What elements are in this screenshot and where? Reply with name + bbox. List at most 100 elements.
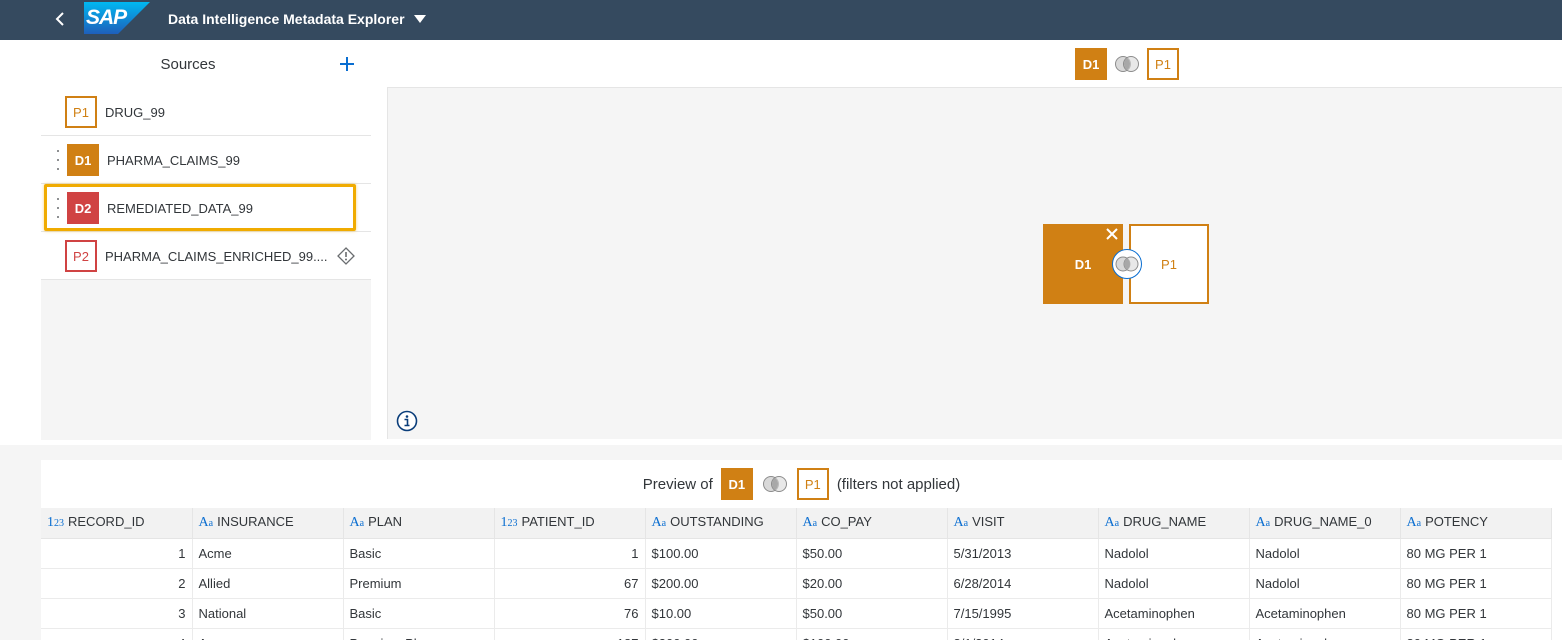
canvas-node-d1[interactable]: D1: [1043, 224, 1123, 304]
table-cell: Basic: [343, 538, 495, 569]
table-cell: 5/31/2013: [947, 538, 1099, 569]
column-header-co-pay[interactable]: Aa CO_PAY: [796, 508, 948, 539]
table-cell: 76: [494, 598, 646, 629]
table-cell: 8/1/2014: [947, 628, 1099, 640]
column-header-label: OUTSTANDING: [670, 514, 764, 530]
drag-handle-icon[interactable]: [55, 198, 61, 218]
table-cell: National: [192, 598, 344, 629]
preview-table: 123 RECORD_ID Aa INSURANCE Aa PLAN 123 PATIENT_…: [41, 508, 1552, 640]
table-cell: 3: [41, 598, 193, 629]
string-type-icon: Aa: [802, 515, 818, 531]
table-row[interactable]: 3 National Basic 76 $10.00 $50.00 7/15/1995 Ace…: [41, 598, 1552, 629]
canvas-node-label: P1: [1161, 256, 1177, 272]
relation-right-badge[interactable]: P1: [1147, 48, 1179, 80]
string-type-icon: Aa: [198, 515, 214, 531]
table-cell: 7/15/1995: [947, 598, 1099, 629]
column-header-drug-name-0[interactable]: Aa DRUG_NAME_0: [1249, 508, 1401, 539]
table-row[interactable]: 4AcmePremium Plus187$300.00$100.008/1/20…: [41, 628, 1552, 640]
column-header-label: PLAN: [368, 514, 403, 530]
sap-logo[interactable]: SAP: [84, 2, 150, 34]
relationship-bar: D1 P1: [1075, 48, 1179, 80]
table-cell: Acetaminophen: [1249, 598, 1401, 629]
table-cell: Nadolol: [1098, 568, 1250, 599]
string-type-icon: Aa: [1104, 515, 1120, 531]
numeric-type-icon: 123: [500, 515, 518, 531]
relation-left-badge[interactable]: D1: [1075, 48, 1107, 80]
table-cell: 4: [41, 628, 193, 640]
column-header-drug-name[interactable]: Aa DRUG_NAME: [1098, 508, 1250, 539]
source-row-remediated-data[interactable]: D2 REMEDIATED_DATA_99: [41, 184, 371, 232]
table-cell: $200.00: [645, 568, 797, 599]
table-cell: $10.00: [645, 598, 797, 629]
column-header-label: CO_PAY: [821, 514, 872, 530]
source-row-drug[interactable]: P1 DRUG_99: [41, 88, 371, 136]
table-cell: Nadolol: [1249, 568, 1401, 599]
column-header-patient-id[interactable]: 123 PATIENT_ID: [494, 508, 646, 539]
remove-node-button[interactable]: [1104, 226, 1120, 242]
table-cell: 1: [41, 538, 193, 569]
column-header-label: DRUG_NAME: [1123, 514, 1207, 530]
table-cell: Basic: [343, 598, 495, 629]
sources-header: Sources: [41, 40, 371, 88]
back-button[interactable]: [48, 6, 72, 32]
preview-note: (filters not applied): [836, 475, 961, 493]
table-cell: Acetaminophen: [1249, 628, 1401, 640]
column-header-label: INSURANCE: [217, 514, 294, 530]
source-badge: D1: [67, 144, 99, 176]
table-cell: $20.00: [796, 568, 948, 599]
relationship-canvas[interactable]: [387, 87, 1562, 439]
add-source-button[interactable]: [335, 52, 359, 76]
app-title[interactable]: Data Intelligence Metadata Explorer: [168, 11, 405, 27]
column-header-insurance[interactable]: Aa INSURANCE: [192, 508, 344, 539]
numeric-type-icon: 123: [47, 515, 64, 531]
diamond-warning-icon[interactable]: [337, 247, 355, 265]
source-name: DRUG_99: [105, 105, 165, 120]
table-cell: 187: [494, 628, 646, 640]
column-header-potency[interactable]: Aa POTENCY: [1400, 508, 1552, 539]
sources-title: Sources: [160, 56, 216, 73]
table-cell: 80 MG PER 1: [1400, 598, 1552, 629]
string-type-icon: Aa: [651, 515, 667, 531]
plus-icon: [340, 57, 354, 71]
table-cell: 80 MG PER 1: [1400, 628, 1552, 640]
source-row-pharma-claims-enriched[interactable]: P2 PHARMA_CLAIMS_ENRICHED_99....: [41, 232, 371, 280]
table-cell: 80 MG PER 1: [1400, 568, 1552, 599]
column-header-label: RECORD_ID: [68, 514, 145, 530]
table-body: 1 Acme Basic 1 $100.00 $50.00 5/31/2013 Nadolol…: [41, 538, 1552, 640]
string-type-icon: Aa: [1255, 515, 1271, 531]
column-header-label: DRUG_NAME_0: [1274, 514, 1372, 530]
table-row[interactable]: 2 Allied Premium 67 $200.00 $20.00 6/28/2014 Na…: [41, 568, 1552, 599]
source-name: PHARMA_CLAIMS_99: [107, 153, 240, 168]
table-cell: $100.00: [796, 628, 948, 640]
preview-header: Preview of D1 P1 (filters not applied): [41, 460, 1562, 508]
venn-inner-join-icon: [1115, 256, 1139, 272]
join-type-button[interactable]: [1112, 249, 1142, 279]
table-cell: Allied: [192, 568, 344, 599]
table-cell: 6/28/2014: [947, 568, 1099, 599]
sap-logo-text: SAP: [86, 6, 127, 29]
column-header-record-id[interactable]: 123 RECORD_ID: [41, 508, 193, 539]
column-header-plan[interactable]: Aa PLAN: [343, 508, 495, 539]
table-cell: $300.00: [645, 628, 797, 640]
venn-inner-join-icon[interactable]: [1113, 55, 1141, 73]
column-header-label: POTENCY: [1425, 514, 1488, 530]
close-icon: [1106, 228, 1118, 240]
shell-bar: SAP Data Intelligence Metadata Explorer: [0, 0, 1562, 40]
caret-down-icon: [414, 15, 426, 23]
table-cell: Premium: [343, 568, 495, 599]
table-cell: Nadolol: [1098, 538, 1250, 569]
column-header-visit[interactable]: Aa VISIT: [947, 508, 1099, 539]
table-header-row: 123 RECORD_ID Aa INSURANCE Aa PLAN 123 PATIENT_…: [41, 508, 1552, 539]
table-cell: Premium Plus: [343, 628, 495, 640]
column-header-outstanding[interactable]: Aa OUTSTANDING: [645, 508, 797, 539]
drag-handle-icon[interactable]: [55, 150, 61, 170]
table-row[interactable]: 1 Acme Basic 1 $100.00 $50.00 5/31/2013 Nadolol…: [41, 538, 1552, 569]
app-menu-button[interactable]: [412, 12, 428, 26]
table-cell: Acetaminophen: [1098, 628, 1250, 640]
table-cell: 2: [41, 568, 193, 599]
source-badge: P2: [65, 240, 97, 272]
preview-right-badge: P1: [796, 468, 829, 500]
source-row-pharma-claims[interactable]: D1 PHARMA_CLAIMS_99: [41, 136, 371, 184]
info-icon[interactable]: [396, 410, 418, 432]
preview-left-badge: D1: [720, 468, 753, 500]
